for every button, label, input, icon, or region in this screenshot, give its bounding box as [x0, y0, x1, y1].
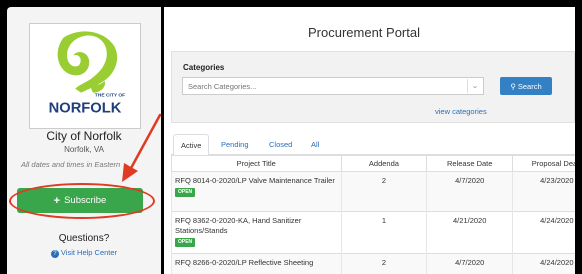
project-title[interactable]: RFQ 8362-0-2020-KA, Hand Sanitizer Stati… [175, 216, 337, 236]
categories-label: Categories [183, 63, 225, 72]
column-header[interactable]: Proposal Dead [512, 155, 575, 172]
timezone-note: All dates and times in Eastern [21, 160, 121, 169]
release-date-cell: 4/7/2020 [426, 253, 513, 274]
help-center-label: Visit Help Center [60, 248, 118, 257]
project-title-cell[interactable]: RFQ 8014-0-2020/LP Valve Maintenance Tra… [171, 171, 342, 212]
question-circle-icon: ? [50, 250, 59, 258]
annotation-circle [9, 183, 155, 219]
search-button[interactable]: ⚲ Search [500, 77, 552, 95]
mermaid-logo-icon: THE CITY OF NORFOLK [49, 31, 125, 116]
status-badge: OPEN [175, 238, 196, 247]
status-badge: OPEN [175, 188, 196, 197]
addenda-cell: 1 [340, 211, 427, 254]
addenda-cell: 2 [340, 171, 427, 212]
search-icon: ⚲ [510, 81, 516, 91]
project-title-cell[interactable]: RFQ 8362-0-2020-KA, Hand Sanitizer Stati… [171, 211, 342, 254]
table-row[interactable]: RFQ 8014-0-2020/LP Valve Maintenance Tra… [171, 171, 575, 212]
chevron-down-icon[interactable]: ⌄ [467, 79, 482, 93]
categories-panel: Categories ⌄ ⚲ Search view categories [171, 51, 575, 123]
view-categories-link[interactable]: view categories [435, 107, 487, 116]
column-header[interactable]: Addenda [340, 155, 428, 172]
deadline-cell: 4/24/2020 [512, 211, 575, 254]
tab-pending[interactable]: Pending [221, 134, 249, 155]
table-row[interactable]: RFQ 8362-0-2020-KA, Hand Sanitizer Stati… [171, 211, 575, 254]
questions-heading: Questions? [58, 233, 110, 244]
tab-active[interactable]: Active [173, 134, 210, 156]
table-row[interactable]: RFQ 8266-0-2020/LP Reflective Sheeting 2… [171, 253, 575, 274]
screenshot-frame: THE CITY OF NORFOLK City of Norfolk Norf… [0, 0, 582, 274]
tab-closed[interactable]: Closed [269, 134, 292, 155]
page-title: Procurement Portal [308, 25, 420, 40]
project-title[interactable]: RFQ 8014-0-2020/LP Valve Maintenance Tra… [175, 176, 337, 186]
main-panel: Procurement Portal Categories ⌄ ⚲ Search… [164, 7, 575, 274]
column-header[interactable]: Release Date [426, 155, 514, 172]
addenda-cell: 2 [340, 253, 427, 274]
deadline-cell: 4/23/2020 [512, 171, 575, 212]
city-location: Norfolk, VA [64, 145, 104, 154]
tab-all[interactable]: All [311, 134, 319, 155]
sidebar: THE CITY OF NORFOLK City of Norfolk Norf… [7, 7, 161, 274]
svg-text:NORFOLK: NORFOLK [49, 100, 122, 116]
release-date-cell: 4/21/2020 [426, 211, 513, 254]
categories-search-input[interactable] [182, 77, 484, 95]
city-logo: THE CITY OF NORFOLK [29, 23, 141, 129]
release-date-cell: 4/7/2020 [426, 171, 513, 212]
project-title[interactable]: RFQ 8266-0-2020/LP Reflective Sheeting [175, 258, 337, 268]
city-name: City of Norfolk [46, 129, 122, 143]
column-header[interactable]: Project Title [171, 155, 342, 172]
project-title-cell[interactable]: RFQ 8266-0-2020/LP Reflective Sheeting [171, 253, 342, 274]
table-header-row: Project Title Addenda Release Date Propo… [171, 155, 575, 172]
search-label: Search [517, 81, 542, 91]
deadline-cell: 4/24/2020 [512, 253, 575, 274]
help-center-link[interactable]: ? Visit Help Center [7, 248, 161, 258]
projects-table: Project Title Addenda Release Date Propo… [171, 155, 575, 274]
svg-text:THE CITY OF: THE CITY OF [95, 93, 125, 99]
status-tabs: Active Pending Closed All [171, 134, 575, 156]
